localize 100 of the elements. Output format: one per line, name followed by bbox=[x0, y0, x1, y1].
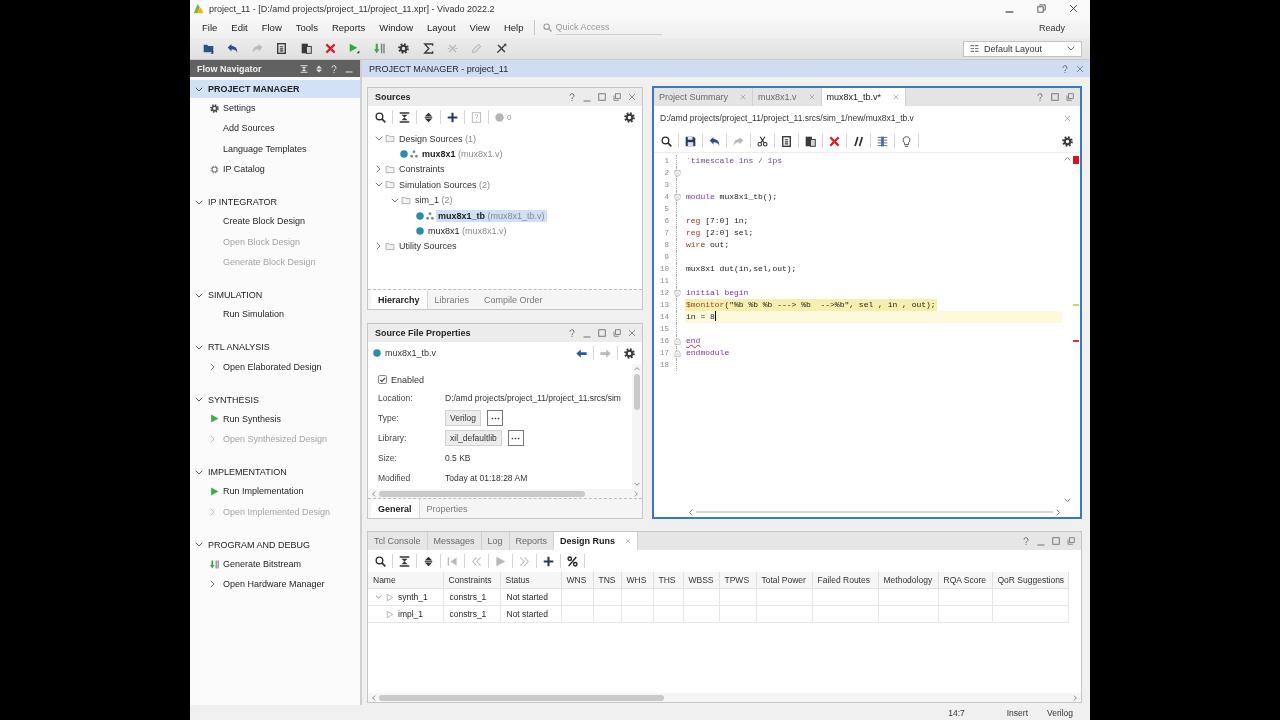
editor-tab[interactable]: Project Summary bbox=[654, 88, 754, 106]
settings-icon[interactable] bbox=[624, 347, 635, 359]
section-header[interactable]: IMPLEMENTATION bbox=[190, 463, 360, 482]
column-header[interactable]: Failed Routes bbox=[812, 572, 878, 589]
arrow-left-icon[interactable] bbox=[576, 347, 587, 359]
minimize-icon[interactable] bbox=[583, 335, 591, 338]
column-header[interactable]: RQA Score bbox=[938, 572, 992, 589]
plus-icon[interactable] bbox=[447, 111, 458, 123]
chevron-down-icon[interactable] bbox=[374, 595, 382, 599]
undo-icon[interactable] bbox=[227, 43, 239, 54]
nav-item[interactable]: Run Synthesis bbox=[210, 413, 282, 424]
panel-tab[interactable]: Log bbox=[481, 532, 510, 550]
section-header[interactable]: PROJECT MANAGER bbox=[190, 80, 360, 98]
column-header[interactable]: WBSS bbox=[683, 572, 719, 589]
scrollbar-thumb[interactable] bbox=[634, 374, 640, 410]
quick-access-field[interactable]: Quick Access bbox=[555, 20, 662, 35]
maximize-icon[interactable] bbox=[1052, 537, 1060, 545]
panel-tab[interactable]: Hierarchy bbox=[371, 290, 428, 309]
section-header[interactable]: PROGRAM AND DEBUG bbox=[190, 535, 360, 554]
delete-icon[interactable] bbox=[829, 135, 840, 147]
tree-item[interactable]: Design Sources (1) bbox=[397, 132, 479, 145]
search-icon[interactable] bbox=[375, 111, 386, 123]
nav-item[interactable]: Create Block Design bbox=[223, 216, 306, 227]
maximize-icon[interactable] bbox=[598, 329, 606, 337]
percent-icon[interactable] bbox=[567, 555, 578, 567]
collapse-all-icon[interactable] bbox=[399, 555, 410, 567]
panel-tab[interactable]: Compile Order bbox=[477, 290, 551, 309]
help-icon[interactable] bbox=[1061, 64, 1069, 73]
run-name[interactable]: impl_1 bbox=[398, 609, 424, 619]
tree-item[interactable]: mux8x1 (mux8x1.v) bbox=[426, 225, 509, 238]
column-header[interactable]: TNS bbox=[593, 572, 621, 589]
panel-tab[interactable]: Libraries bbox=[427, 290, 478, 309]
layout-select[interactable]: Default Layout bbox=[963, 40, 1082, 57]
column-header[interactable]: Status bbox=[500, 572, 561, 589]
chevron-down-icon[interactable] bbox=[390, 197, 399, 203]
scrollbar-track[interactable] bbox=[696, 511, 1053, 513]
folder-icon[interactable] bbox=[203, 43, 214, 54]
float-icon[interactable] bbox=[1067, 537, 1075, 545]
change-marker-icon[interactable] bbox=[1073, 304, 1079, 306]
checkbox[interactable] bbox=[378, 375, 387, 384]
nav-item[interactable]: Open Elaborated Design bbox=[210, 361, 322, 372]
browse-button[interactable] bbox=[487, 410, 503, 426]
vertical-scrollbar[interactable] bbox=[632, 364, 642, 489]
section-header[interactable]: RTL ANALYSIS bbox=[190, 338, 360, 357]
fold-open-icon[interactable] bbox=[673, 193, 681, 201]
help-icon[interactable] bbox=[1036, 93, 1044, 101]
lightbulb-icon[interactable] bbox=[901, 135, 912, 147]
column-header[interactable]: QoR Suggestions bbox=[992, 572, 1068, 589]
collapse-all-icon[interactable] bbox=[399, 111, 410, 123]
panel-tab[interactable]: Messages bbox=[427, 532, 482, 550]
bitstream-icon[interactable] bbox=[373, 43, 385, 54]
chevron-right-icon[interactable] bbox=[376, 165, 381, 174]
select-field[interactable]: Verilog bbox=[445, 410, 481, 426]
select-field[interactable]: xil_defaultlib bbox=[445, 430, 502, 446]
panel-tab[interactable]: Design Runs bbox=[554, 532, 639, 550]
help-icon[interactable] bbox=[330, 64, 338, 73]
tree-item[interactable]: sim_1 (2) bbox=[413, 194, 455, 207]
section-header[interactable]: SYNTHESIS bbox=[190, 390, 360, 409]
tree-item[interactable]: Constraints bbox=[397, 163, 447, 176]
float-icon[interactable] bbox=[1066, 93, 1074, 101]
column-header[interactable]: Total Power bbox=[756, 572, 812, 589]
document-icon[interactable] bbox=[276, 43, 288, 54]
panel-tab[interactable]: Properties bbox=[419, 499, 476, 518]
help-icon[interactable] bbox=[1022, 537, 1030, 545]
tree-item[interactable]: Simulation Sources (2) bbox=[397, 178, 493, 191]
minimize-icon[interactable] bbox=[583, 99, 591, 102]
scrollbar-thumb[interactable] bbox=[379, 490, 585, 497]
column-header[interactable]: WHS bbox=[621, 572, 653, 589]
settings-icon[interactable] bbox=[398, 43, 410, 54]
column-header[interactable]: TPWS bbox=[719, 572, 756, 589]
nav-item[interactable]: Run Simulation bbox=[223, 309, 285, 320]
undo-icon[interactable] bbox=[709, 135, 720, 147]
menu-item[interactable]: Reports bbox=[324, 22, 373, 33]
menu-item[interactable]: File bbox=[195, 22, 225, 33]
chevron-down-icon[interactable] bbox=[374, 136, 383, 142]
menu-item[interactable]: Help bbox=[496, 22, 531, 33]
settings-icon[interactable] bbox=[1062, 135, 1073, 147]
tree-item[interactable]: mux8x1 (mux8x1.v) bbox=[420, 148, 505, 161]
save-icon[interactable] bbox=[685, 135, 696, 147]
menu-item[interactable]: Edit bbox=[224, 22, 255, 33]
comment-icon[interactable] bbox=[853, 135, 864, 147]
nav-item[interactable]: IP Catalog bbox=[210, 164, 265, 175]
editor-tab[interactable]: mux8x1_tb.v* bbox=[821, 88, 907, 106]
column-header[interactable]: THS bbox=[653, 572, 683, 589]
maximize-icon[interactable] bbox=[598, 93, 606, 101]
menu-item[interactable]: Flow bbox=[254, 22, 289, 33]
column-header[interactable]: Name bbox=[368, 572, 443, 589]
editor-tab[interactable]: mux8x1.v bbox=[753, 88, 822, 106]
menu-item[interactable]: Window bbox=[372, 22, 420, 33]
indent-icon[interactable] bbox=[877, 135, 888, 147]
close-icon[interactable] bbox=[1069, 4, 1078, 13]
section-header[interactable]: SIMULATION bbox=[190, 286, 360, 305]
plus-icon[interactable] bbox=[543, 555, 554, 567]
restore-icon[interactable] bbox=[1037, 4, 1046, 13]
menu-item[interactable]: Tools bbox=[288, 22, 325, 33]
clipboard-icon[interactable] bbox=[805, 135, 816, 147]
settings-icon[interactable] bbox=[624, 111, 635, 123]
expand-all-icon[interactable] bbox=[423, 111, 434, 123]
run-name[interactable]: synth_1 bbox=[398, 592, 428, 602]
panel-tab[interactable]: General bbox=[371, 499, 420, 518]
